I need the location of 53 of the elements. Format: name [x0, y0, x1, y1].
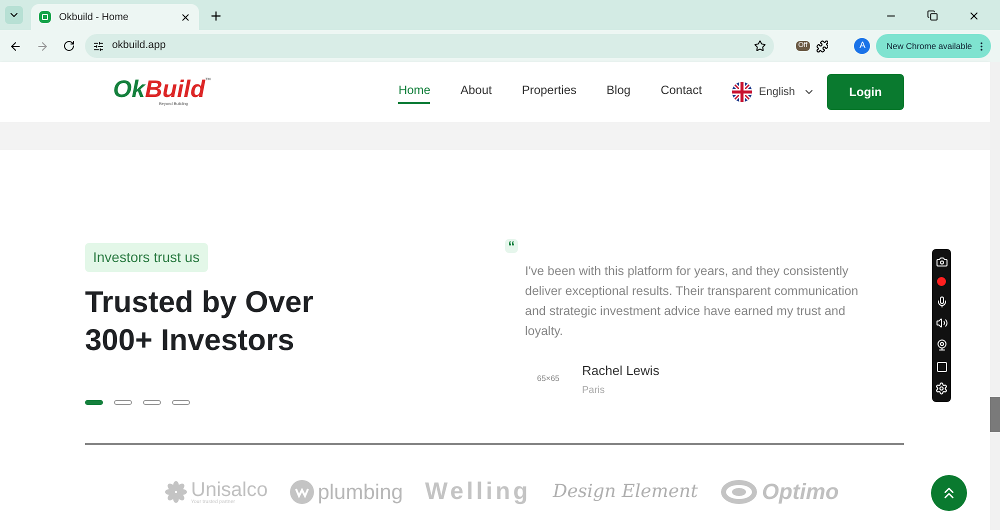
microphone-icon[interactable] [936, 296, 948, 308]
browser-tab[interactable]: Okbuild - Home [31, 4, 199, 30]
nav-link[interactable]: About [460, 80, 492, 104]
uk-flag-icon [732, 82, 752, 102]
scroll-top-button[interactable] [931, 475, 967, 511]
profile-avatar[interactable]: A [854, 38, 870, 54]
close-tab-icon[interactable] [180, 12, 191, 22]
extensions-icon[interactable] [816, 40, 828, 52]
restore-icon[interactable] [927, 10, 938, 21]
reload-icon[interactable] [62, 40, 75, 52]
avatar-placeholder-text: 65×65 [537, 373, 560, 386]
forward-icon[interactable] [36, 40, 49, 52]
partner-logo-text: Design Element [552, 483, 698, 501]
settings-icon[interactable] [935, 382, 948, 396]
eye-logo-icon [720, 479, 758, 505]
update-button[interactable]: New Chrome available [876, 34, 991, 58]
author-location: Paris [582, 384, 606, 398]
partner-logo-text: Optimo [762, 481, 839, 503]
author-name: Rachel Lewis [582, 362, 660, 380]
site-info-icon[interactable] [92, 40, 104, 52]
testimonial-quote: I've been with this platform for years, and they consistently deliver exceptional results. Their transparent communication and strategic investment advice have earned my trust and loyalty. [525, 263, 860, 340]
new-tab-icon[interactable] [209, 9, 223, 23]
tab-title: Okbuild - Home [59, 10, 130, 24]
language-selector[interactable]: English [758, 84, 815, 100]
flower-icon [165, 481, 187, 503]
scrollbar-thumb[interactable] [990, 397, 1000, 432]
section-heading: Trusted by Over 300+ Investors [85, 285, 314, 359]
quote-mark: “ [505, 239, 518, 253]
record-icon[interactable] [937, 277, 946, 286]
url-text: okbuild.app [112, 38, 167, 54]
section-badge: Investors trust us [85, 243, 208, 272]
nav-link[interactable]: Blog [606, 80, 631, 104]
camera-icon[interactable] [936, 256, 948, 268]
circle-logo-icon [290, 480, 314, 504]
webcam-icon[interactable] [936, 339, 948, 352]
scrollbar[interactable] [990, 62, 1000, 530]
nav-link[interactable]: Contact [660, 80, 702, 104]
login-button[interactable]: Login [827, 74, 904, 110]
window-icon[interactable] [936, 360, 948, 373]
nav-link[interactable]: Home [398, 80, 430, 104]
favicon-icon [39, 11, 51, 23]
speaker-icon[interactable] [936, 317, 948, 330]
logo-build: Build [145, 78, 206, 102]
address-bar[interactable]: okbuild.app [84, 34, 774, 58]
partner-logo-text: Welling [424, 480, 531, 504]
close-icon[interactable] [968, 10, 980, 22]
logo-ok: Ok [113, 78, 146, 102]
nav-link[interactable]: Properties [522, 80, 577, 104]
bookmark-icon[interactable] [754, 40, 766, 52]
tab-search-button[interactable] [5, 6, 23, 24]
partner-logo-text: Unisalco [191, 480, 268, 500]
back-icon[interactable] [9, 40, 22, 52]
partner-logo-text: plumbing [318, 482, 403, 502]
